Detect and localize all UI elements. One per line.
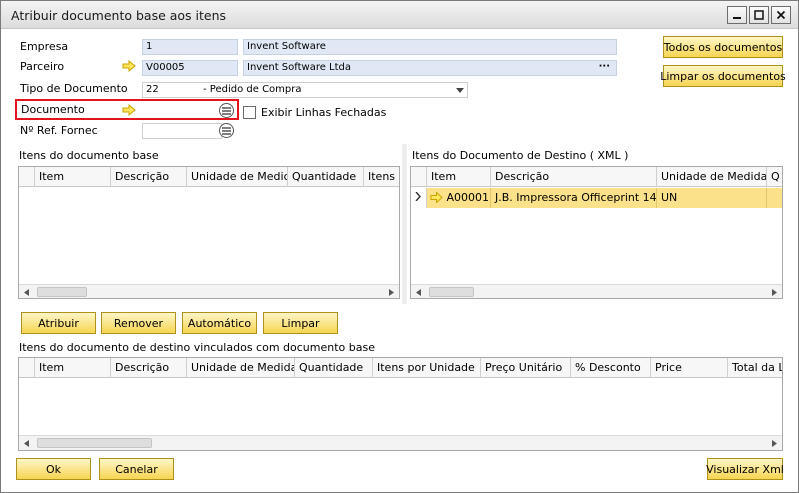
limpar-documentos-button[interactable]: Limpar os documentos [660, 65, 786, 87]
tipo-documento-select[interactable]: 22 - Pedido de Compra [142, 82, 468, 98]
horizontal-scrollbar[interactable] [19, 435, 782, 450]
unidade-cell[interactable]: UN [657, 188, 767, 208]
vertical-splitter[interactable] [402, 144, 407, 304]
empresa-label: Empresa [20, 40, 69, 53]
ok-button[interactable]: Ok [16, 458, 91, 480]
row-selector-header [19, 167, 35, 187]
column-header[interactable]: Item [35, 358, 111, 378]
item-cell[interactable]: A00001 [427, 188, 491, 208]
automatico-button[interactable]: Automático [182, 312, 257, 334]
more-options-icon[interactable]: ··· [599, 61, 610, 72]
dest-grid-title: Itens do Documento de Destino ( XML ) [412, 149, 629, 162]
column-header[interactable]: Descrição [111, 167, 187, 187]
scroll-thumb[interactable] [37, 287, 87, 297]
column-header[interactable]: % Desconto [571, 358, 651, 378]
item-code: A00001 [446, 191, 490, 204]
empresa-code-field[interactable]: 1 [142, 39, 238, 55]
exibir-linhas-checkbox[interactable] [243, 106, 256, 119]
column-header[interactable]: Itens p [364, 167, 399, 187]
todos-documentos-button[interactable]: Todos os documentos [663, 36, 783, 58]
scroll-right-icon[interactable] [767, 285, 782, 298]
column-header[interactable]: Item [427, 167, 491, 187]
minimize-button[interactable] [727, 6, 747, 24]
base-items-grid[interactable]: Item Descrição Unidade de Medida Quantid… [18, 166, 400, 299]
tipo-documento-name: - Pedido de Compra [203, 84, 302, 95]
close-icon [776, 10, 786, 20]
maximize-icon [754, 10, 764, 20]
horizontal-scrollbar[interactable] [411, 284, 782, 298]
descricao-cell[interactable]: J.B. Impressora Officeprint 1420 [491, 188, 657, 208]
column-header[interactable]: Item [35, 167, 111, 187]
scroll-left-icon[interactable] [411, 285, 426, 298]
tipo-documento-label: Tipo de Documento [20, 82, 128, 95]
horizontal-scrollbar[interactable] [19, 284, 399, 298]
documento-input[interactable] [142, 102, 222, 118]
window-title: Atribuir documento base aos itens [11, 8, 227, 23]
exibir-linhas-label: Exibir Linhas Fechadas [261, 106, 387, 119]
scroll-left-icon[interactable] [19, 436, 34, 450]
column-header[interactable]: Quantidade [288, 167, 364, 187]
row-selector-header [19, 358, 35, 378]
base-grid-title: Itens do documento base [19, 149, 159, 162]
chevron-down-icon [456, 88, 464, 93]
row-selector-header [411, 167, 427, 187]
list-icon [222, 126, 231, 135]
tipo-documento-code: 22 [146, 84, 159, 95]
row-pointer-icon [415, 191, 421, 202]
base-grid-header: Item Descrição Unidade de Medida Quantid… [19, 167, 399, 187]
column-header[interactable]: Total da L [728, 358, 782, 378]
link-arrow-icon[interactable] [430, 191, 443, 204]
maximize-button[interactable] [749, 6, 769, 24]
column-header[interactable]: Itens por Unidade [373, 358, 481, 378]
parceiro-label: Parceiro [20, 60, 65, 73]
column-header[interactable]: Quantidade [295, 358, 373, 378]
documento-label: Documento [21, 103, 85, 116]
parceiro-code-field[interactable]: V00005 [142, 60, 238, 76]
link-arrow-icon[interactable] [122, 60, 136, 72]
remover-button[interactable]: Remover [101, 312, 176, 334]
scroll-right-icon[interactable] [384, 285, 399, 298]
column-header[interactable]: Unidade de Medida [187, 358, 295, 378]
linked-grid-title: Itens do documento de destino vinculados… [19, 341, 375, 354]
dest-grid-header: Item Descrição Unidade de Medida Q [411, 167, 782, 187]
scroll-thumb[interactable] [429, 287, 474, 297]
nref-list-button[interactable] [219, 123, 234, 138]
cancel-button[interactable]: Canelar [99, 458, 174, 480]
linked-grid-header: Item Descrição Unidade de Medida Quantid… [19, 358, 782, 378]
column-header[interactable]: Unidade de Medida [657, 167, 767, 187]
column-header[interactable]: Descrição [491, 167, 657, 187]
column-header[interactable]: Descrição [111, 358, 187, 378]
parceiro-name-text: Invent Software Ltda [247, 62, 352, 73]
list-icon [222, 106, 231, 115]
documento-list-button[interactable] [219, 103, 234, 118]
title-bar: Atribuir documento base aos itens [1, 1, 798, 29]
parceiro-name-field[interactable]: Invent Software Ltda ··· [243, 60, 617, 76]
scroll-right-icon[interactable] [767, 436, 782, 450]
column-header[interactable]: Preço Unitário [481, 358, 571, 378]
quantidade-cell[interactable] [767, 188, 782, 208]
column-header[interactable]: Unidade de Medida [187, 167, 288, 187]
row-selector[interactable] [411, 188, 427, 208]
column-header[interactable]: Q [767, 167, 782, 187]
nref-label: Nº Ref. Fornec [20, 124, 98, 137]
close-button[interactable] [771, 6, 791, 24]
link-arrow-icon[interactable] [122, 104, 136, 116]
minimize-icon [733, 17, 741, 19]
scroll-left-icon[interactable] [19, 285, 34, 298]
dest-items-grid[interactable]: Item Descrição Unidade de Medida Q A0000… [410, 166, 783, 299]
nref-input[interactable] [142, 123, 222, 139]
scroll-thumb[interactable] [37, 438, 152, 448]
column-header[interactable]: Price [651, 358, 728, 378]
empresa-name-field[interactable]: Invent Software [243, 39, 617, 55]
atribuir-button[interactable]: Atribuir [21, 312, 96, 334]
dialog-window: Atribuir documento base aos itens Empres… [0, 0, 799, 493]
limpar-button[interactable]: Limpar [263, 312, 338, 334]
table-row[interactable]: A00001 J.B. Impressora Officeprint 1420 … [411, 188, 782, 208]
visualizar-xml-button[interactable]: Visualizar Xml [706, 458, 784, 480]
linked-items-grid[interactable]: Item Descrição Unidade de Medida Quantid… [18, 357, 783, 451]
